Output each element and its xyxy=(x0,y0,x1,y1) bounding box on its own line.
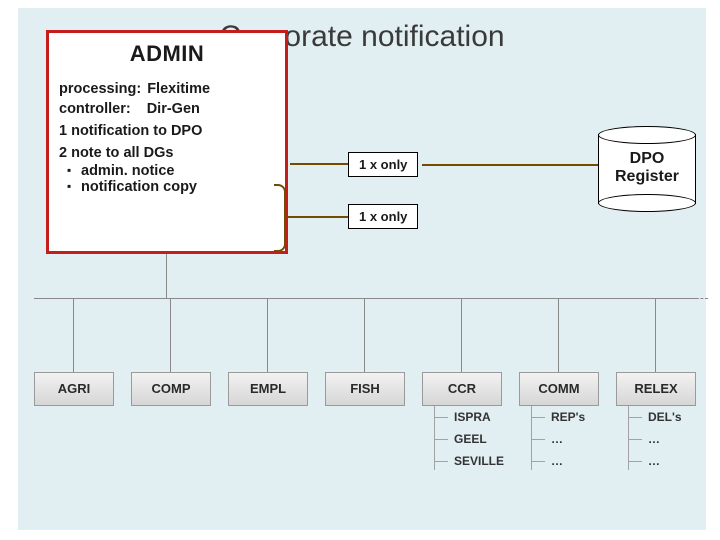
arrow-1 xyxy=(290,163,348,165)
node-empl: EMPL xyxy=(228,372,308,406)
admin-controller: controller: Dir-Gen xyxy=(59,101,275,117)
org-bus-line xyxy=(34,298,696,299)
comm-child-1: REP's xyxy=(531,406,621,428)
bracket-icon xyxy=(274,184,286,252)
processing-label: processing: xyxy=(59,81,141,97)
node-ccr: CCR xyxy=(422,372,502,406)
controller-value: Dir-Gen xyxy=(137,101,275,117)
processing-value: Flexitime xyxy=(147,81,275,97)
relex-child-2: … xyxy=(628,428,708,450)
dpo-register: DPO Register xyxy=(598,126,696,212)
relex-child-3: … xyxy=(628,450,708,472)
tag-1x-bottom: 1 x only xyxy=(348,204,418,229)
relex-child-1: DEL's xyxy=(628,406,708,428)
admin-item-2-sub-2: notification copy xyxy=(59,179,275,195)
admin-box: ADMIN processing: Flexitime controller: … xyxy=(46,30,288,254)
ccr-child-1: ISPRA xyxy=(434,406,524,428)
drop-comm xyxy=(558,298,559,372)
comm-child-2: … xyxy=(531,428,621,450)
drop-empl xyxy=(267,298,268,372)
drop-comp xyxy=(170,298,171,372)
drop-fish xyxy=(364,298,365,372)
subtree-comm: REP's … … xyxy=(531,406,621,472)
org-bus-dashed xyxy=(682,298,708,299)
admin-item-2: 2 note to all DGs xyxy=(59,145,275,161)
node-comp: COMP xyxy=(131,372,211,406)
drop-relex xyxy=(655,298,656,372)
register-line-1: DPO xyxy=(630,150,665,167)
admin-item-2-sub-1: admin. notice xyxy=(59,163,275,179)
register-line-2: Register xyxy=(615,168,679,185)
diagram-stage: Corporate notification ADMIN processing:… xyxy=(18,8,706,530)
arrow-2 xyxy=(286,216,348,218)
admin-processing: processing: Flexitime xyxy=(59,81,275,97)
drop-agri xyxy=(73,298,74,372)
arrow-to-register xyxy=(422,164,598,166)
subtree-ccr: ISPRA GEEL SEVILLE xyxy=(434,406,524,472)
comm-child-3: … xyxy=(531,450,621,472)
node-comm: COMM xyxy=(519,372,599,406)
controller-label: controller: xyxy=(59,101,131,117)
node-relex: RELEX xyxy=(616,372,696,406)
ccr-child-2: GEEL xyxy=(434,428,524,450)
admin-heading: ADMIN xyxy=(59,41,275,67)
drop-ccr xyxy=(461,298,462,372)
admin-item-1: 1 notification to DPO xyxy=(59,123,275,139)
tag-1x-top: 1 x only xyxy=(348,152,418,177)
ccr-child-3: SEVILLE xyxy=(434,450,524,472)
trunk-line xyxy=(166,254,167,298)
node-fish: FISH xyxy=(325,372,405,406)
node-agri: AGRI xyxy=(34,372,114,406)
subtree-relex: DEL's … … xyxy=(628,406,708,472)
